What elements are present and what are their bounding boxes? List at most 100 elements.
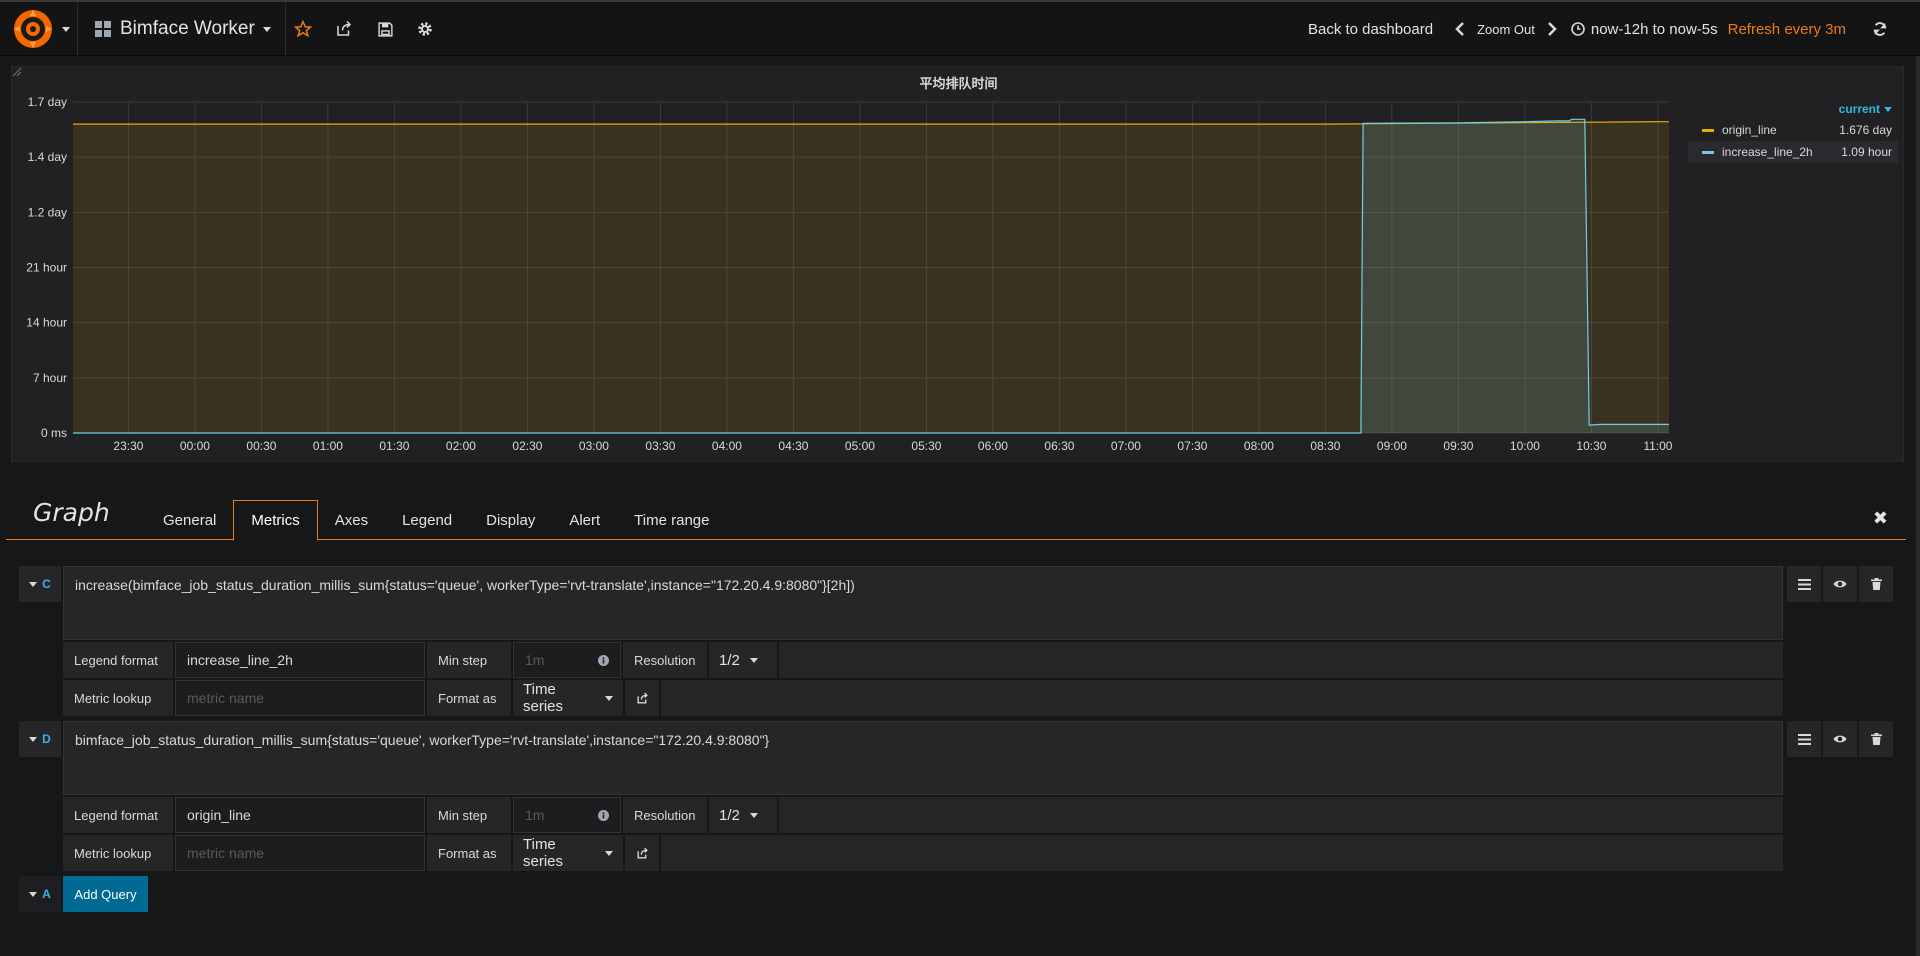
panel-editor-header: Graph General Metrics Axes Legend Displa…: [6, 488, 1906, 541]
query-expression-input[interactable]: increase(bimface_job_status_duration_mil…: [63, 566, 1783, 640]
info-icon[interactable]: [598, 809, 609, 821]
top-navbar: Bimface Worker Back to dashboard Zoom Ou…: [0, 0, 1920, 56]
menu-icon[interactable]: [1787, 566, 1821, 602]
min-step-input[interactable]: 1m: [513, 797, 621, 833]
chart-legend: current origin_line 1.676 day increase_l…: [1688, 99, 1898, 163]
series-color-swatch: [1702, 150, 1714, 154]
time-series-chart[interactable]: 0 ms 7 hour 14 hour 21 hour 1.2 day 1.4 day 1.…: [12, 67, 1692, 463]
zoom-out-label: Zoom Out: [1477, 21, 1535, 37]
query-ref-label: D: [42, 732, 51, 746]
legend-item-increase-line-2h[interactable]: increase_line_2h 1.09 hour: [1688, 141, 1898, 163]
clock-icon: [1571, 22, 1585, 36]
x-tick-label: 02:30: [512, 439, 542, 453]
time-shift-forward-button[interactable]: [1547, 22, 1557, 36]
query-actions: [1787, 566, 1893, 602]
back-to-dashboard-label: Back to dashboard: [1307, 20, 1434, 38]
metric-lookup-label: Metric lookup: [63, 835, 173, 871]
eye-icon[interactable]: [1823, 566, 1857, 602]
share-icon[interactable]: [625, 835, 659, 871]
x-tick-label: 23:30: [113, 439, 143, 453]
x-tick-label: 09:00: [1377, 439, 1407, 453]
menu-icon[interactable]: [1787, 721, 1821, 757]
format-as-value: Time series: [523, 836, 564, 870]
resolution-label: Resolution: [623, 797, 707, 833]
x-tick-label: 04:30: [778, 439, 808, 453]
metric-lookup-input[interactable]: metric name: [175, 835, 425, 871]
tab-time-range[interactable]: Time range: [617, 500, 726, 541]
time-picker-button[interactable]: now-12h to now-5s: [1571, 21, 1718, 38]
chevron-down-icon: [62, 26, 70, 32]
x-tick-label: 08:00: [1244, 439, 1274, 453]
format-as-label: Format as: [427, 835, 511, 871]
back-to-dashboard-link[interactable]: Back to dashboard: [1308, 21, 1433, 38]
row-filler: [779, 642, 1783, 678]
gear-icon[interactable]: [414, 18, 436, 40]
y-tick-label: 1.4 day: [28, 150, 67, 164]
format-as-select[interactable]: Time series: [513, 835, 623, 871]
legend-format-input[interactable]: origin_line: [175, 797, 425, 833]
resolution-select[interactable]: 1/2: [709, 797, 777, 833]
legend-format-label: Legend format: [63, 642, 173, 678]
query-options-row: Metric lookup metric name Format as Time…: [63, 680, 1783, 716]
query-options-row: Legend format increase_line_2h Min step …: [63, 642, 1783, 678]
y-tick-label: 7 hour: [33, 371, 67, 385]
query-options-row: Metric lookup metric name Format as Time…: [63, 835, 1783, 871]
trash-icon[interactable]: [1859, 721, 1893, 757]
metric-lookup-label: Metric lookup: [63, 680, 173, 716]
format-as-value: Time series: [523, 681, 564, 715]
page-scrollbar[interactable]: [1916, 56, 1920, 956]
metric-lookup-input[interactable]: metric name: [175, 680, 425, 716]
min-step-input[interactable]: 1m: [513, 642, 621, 678]
min-step-label: Min step: [427, 797, 511, 833]
y-tick-label: 1.7 day: [28, 95, 67, 109]
refresh-icon[interactable]: [1872, 21, 1888, 37]
time-shift-back-button[interactable]: [1455, 22, 1465, 36]
query-ref-toggle[interactable]: D: [19, 721, 61, 757]
star-icon[interactable]: [292, 18, 314, 40]
min-step-label: Min step: [427, 642, 511, 678]
legend-item-origin-line[interactable]: origin_line 1.676 day: [1688, 119, 1898, 141]
close-icon[interactable]: ✖: [1873, 508, 1888, 529]
legend-series-name: origin_line: [1722, 123, 1777, 137]
legend-current-header: current: [1838, 102, 1880, 116]
x-tick-label: 11:00: [1643, 439, 1672, 453]
x-tick-label: 07:00: [1111, 439, 1141, 453]
zoom-out-button[interactable]: Zoom Out: [1477, 22, 1535, 37]
x-tick-label: 09:30: [1443, 439, 1473, 453]
caret-down-icon: [605, 695, 613, 701]
legend-series-current: 1.09 hour: [1841, 145, 1892, 159]
caret-down-icon: [29, 581, 38, 587]
query-ref-toggle[interactable]: C: [19, 566, 61, 602]
y-tick-label: 1.2 day: [28, 205, 67, 219]
refresh-interval-button[interactable]: Refresh every 3m: [1728, 21, 1846, 38]
trash-icon[interactable]: [1859, 566, 1893, 602]
x-tick-label: 05:30: [911, 439, 941, 453]
resolution-select[interactable]: 1/2: [709, 642, 777, 678]
tab-legend[interactable]: Legend: [385, 500, 469, 541]
x-tick-label: 07:30: [1177, 439, 1207, 453]
tab-axes[interactable]: Axes: [318, 500, 385, 541]
dashboard-picker[interactable]: Bimface Worker: [80, 2, 286, 56]
min-step-placeholder: 1m: [525, 652, 545, 668]
legend-format-input[interactable]: increase_line_2h: [175, 642, 425, 678]
query-options-row: Legend format origin_line Min step 1m Re…: [63, 797, 1783, 833]
eye-icon[interactable]: [1823, 721, 1857, 757]
share-icon[interactable]: [625, 680, 659, 716]
legend-series-current: 1.676 day: [1839, 123, 1892, 137]
tab-alert[interactable]: Alert: [552, 500, 617, 541]
info-icon[interactable]: [598, 654, 609, 666]
format-as-select[interactable]: Time series: [513, 680, 623, 716]
resize-handle-icon[interactable]: [12, 67, 22, 77]
tab-metrics[interactable]: Metrics: [233, 500, 318, 541]
add-query-button[interactable]: Add Query: [63, 876, 148, 912]
x-tick-label: 06:30: [1044, 439, 1074, 453]
x-tick-label: 03:00: [579, 439, 609, 453]
tab-general[interactable]: General: [146, 500, 233, 541]
query-expression-input[interactable]: bimface_job_status_duration_millis_sum{s…: [63, 721, 1783, 795]
caret-down-icon: [29, 891, 38, 897]
grafana-menu-button[interactable]: [0, 2, 78, 56]
tab-display[interactable]: Display: [469, 500, 552, 541]
legend-sort-header[interactable]: current: [1688, 99, 1898, 119]
save-icon[interactable]: [374, 18, 396, 40]
share-icon[interactable]: [333, 18, 355, 40]
